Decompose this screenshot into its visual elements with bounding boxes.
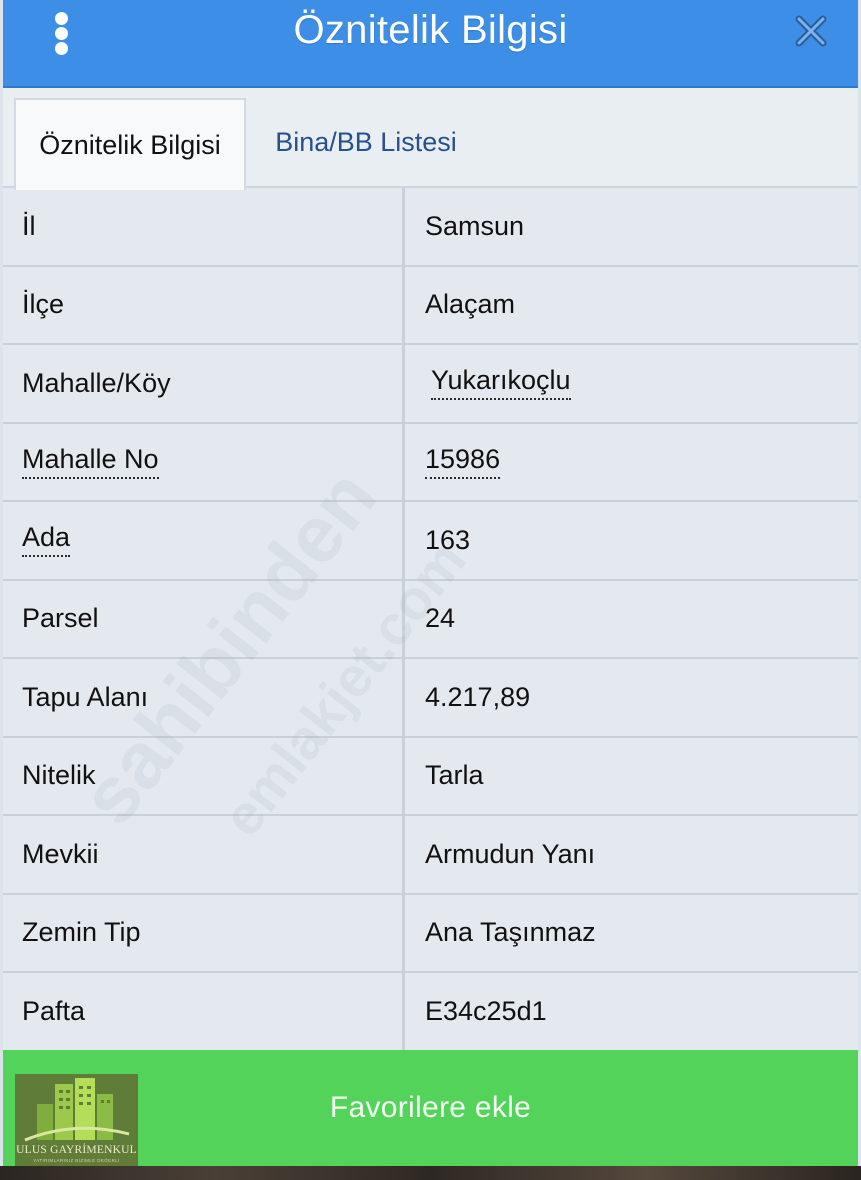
table-row: Mahalle/Köy Yukarıkoçlu [3,345,858,424]
attribute-info-panel: Öznitelik Bilgisi Öznitelik Bilgisi Bina… [0,0,861,1168]
row-value-pafta: E34c25d1 [405,973,858,1050]
company-logo: ULUS GAYRİMENKUL YATIRIMLARINIZ BİZİMLE … [15,1074,138,1166]
ada-label-link[interactable]: Ada [22,523,71,558]
row-label-mahalle-no: Mahalle No [3,423,405,500]
buildings-icon [24,1078,130,1142]
add-to-favorites-label: Favorilere ekle [329,1091,532,1124]
background-strip [0,1166,861,1180]
row-value-il: Samsun [405,188,858,265]
table-row: Mevkii Armudun Yanı [3,816,858,895]
row-label-zemin-tip: Zemin Tip [3,894,405,971]
attribute-table: İl Samsun İlçe Alaçam Mahalle/Köy Yukarı… [3,188,858,1052]
mahalle-link[interactable]: Yukarıkoçlu [431,366,571,401]
table-row: İl Samsun [3,188,858,267]
close-icon[interactable] [794,14,828,48]
row-value-ada: 163 [405,502,858,579]
page-title: Öznitelik Bilgisi [293,8,568,52]
row-value-nitelik: Tarla [405,737,858,814]
logo-name: ULUS GAYRİMENKUL [16,1144,137,1156]
row-value-tapu-alani: 4.217,89 [405,659,858,736]
logo-tagline: YATIRIMLARINIZ BİZİMLE DEĞERLİ [33,1158,120,1163]
row-value-mahalle-no: 15986 [405,423,858,500]
table-row: Parsel 24 [3,580,858,659]
row-value-zemin-tip: Ana Taşınmaz [405,894,858,971]
table-row: Pafta E34c25d1 [3,973,858,1052]
row-value-mevkii: Armudun Yanı [405,816,858,893]
table-row: Zemin Tip Ana Taşınmaz [3,894,858,973]
tab-building-list[interactable]: Bina/BB Listesi [251,98,481,186]
table-row: Nitelik Tarla [3,737,858,816]
row-label-parsel: Parsel [3,580,405,657]
tab-bar: Öznitelik Bilgisi Bina/BB Listesi [3,88,858,190]
header-bar: Öznitelik Bilgisi [3,0,858,88]
mahalle-no-label-link[interactable]: Mahalle No [22,444,159,479]
row-label-ilce: İlçe [3,266,405,343]
row-value-parsel: 24 [405,580,858,657]
row-label-nitelik: Nitelik [3,737,405,814]
tab-attribute-info[interactable]: Öznitelik Bilgisi [14,98,246,190]
row-value-ilce: Alaçam [405,266,858,343]
row-label-il: İl [3,188,405,265]
row-label-mevkii: Mevkii [3,816,405,893]
row-label-ada: Ada [3,502,405,579]
table-row: Mahalle No 15986 [3,423,858,502]
row-label-tapu-alani: Tapu Alanı [3,659,405,736]
table-row: Tapu Alanı 4.217,89 [3,659,858,738]
table-row: İlçe Alaçam [3,266,858,345]
row-label-pafta: Pafta [3,973,405,1050]
mahalle-no-link[interactable]: 15986 [425,444,501,479]
row-label-mahalle-koy: Mahalle/Köy [3,345,405,422]
row-value-mahalle-koy: Yukarıkoçlu [405,345,858,422]
table-row: Ada 163 [3,502,858,581]
